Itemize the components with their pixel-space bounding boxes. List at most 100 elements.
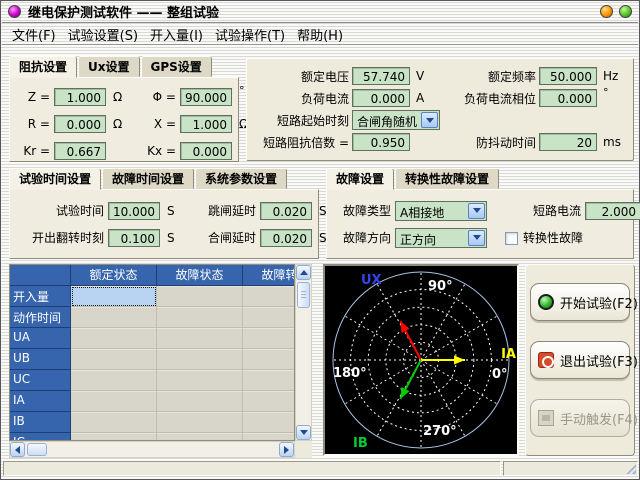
load-current-input[interactable]: 0.000: [352, 89, 410, 107]
status-table-area: 额定状态故障状态故障转换开入量动作时间UAUBUCIAIBIC: [9, 264, 312, 459]
scroll-up-button[interactable]: [296, 265, 311, 280]
short-circuit-current-input[interactable]: 2.000: [585, 202, 640, 220]
scroll-right-button[interactable]: [279, 442, 294, 457]
horizontal-scroll-thumb[interactable]: [27, 443, 47, 456]
table-row-header[interactable]: UA: [10, 328, 71, 349]
table-cell[interactable]: [71, 286, 157, 307]
start-test-button[interactable]: 开始试验(F2): [530, 283, 630, 321]
menu-help[interactable]: 帮助(H): [291, 24, 349, 45]
vertical-scroll-thumb[interactable]: [297, 282, 310, 308]
table-cell[interactable]: [157, 370, 243, 391]
short-circuit-start-select[interactable]: 合闸角随机: [352, 110, 440, 130]
app-icon: [8, 5, 21, 18]
chevron-down-icon[interactable]: [468, 203, 485, 219]
chevron-down-icon[interactable]: [468, 230, 485, 246]
tab-impedance-settings[interactable]: 阻抗设置: [9, 56, 77, 78]
table-cell[interactable]: [243, 433, 295, 441]
action-button-group: 开始试验(F2) 退出试验(F3) 手动触发(F4): [525, 264, 635, 456]
svg-text:0°: 0°: [492, 367, 508, 382]
r-input[interactable]: 0.000: [54, 115, 106, 133]
impedance-multiplier-input[interactable]: 0.950: [352, 133, 410, 151]
table-cell[interactable]: [71, 328, 157, 349]
table-row-header[interactable]: IC: [10, 433, 71, 441]
svg-text:IA: IA: [501, 347, 516, 362]
tab-ux-settings[interactable]: Ux设置: [78, 56, 140, 77]
phi-input[interactable]: 90.000: [180, 88, 232, 106]
tab-convert-fault-settings[interactable]: 转换性故障设置: [395, 168, 499, 189]
table-row-header[interactable]: IA: [10, 391, 71, 412]
impedance-multiplier-label: 短路阻抗倍数 =: [249, 134, 349, 151]
table-cell[interactable]: [243, 286, 295, 307]
resize-grip[interactable]: [624, 462, 636, 474]
table-cell[interactable]: [157, 307, 243, 328]
table-cell[interactable]: [243, 349, 295, 370]
table-cell[interactable]: [157, 286, 243, 307]
rated-voltage-label: 额定电压: [249, 68, 349, 85]
tab-system-param-settings[interactable]: 系统参数设置: [195, 168, 287, 189]
table-cell[interactable]: [157, 433, 243, 441]
table-cell[interactable]: [243, 328, 295, 349]
table-cell[interactable]: [157, 412, 243, 433]
tab-gps-settings[interactable]: GPS设置: [141, 56, 212, 77]
table-cell[interactable]: [243, 370, 295, 391]
table-row-header[interactable]: 开入量: [10, 286, 71, 307]
table-cell[interactable]: [71, 307, 157, 328]
table-cell[interactable]: [157, 391, 243, 412]
window-minimize-button[interactable]: [600, 5, 613, 18]
kr-input[interactable]: 0.667: [54, 142, 106, 160]
rated-voltage-input[interactable]: 57.740: [352, 67, 410, 85]
table-cell[interactable]: [243, 412, 295, 433]
menu-test-operate[interactable]: 试验操作(T): [209, 24, 291, 45]
rated-frequency-input[interactable]: 50.000: [539, 67, 597, 85]
time-tabs: 试验时间设置 故障时间设置 系统参数设置: [9, 168, 319, 189]
table-cell[interactable]: [71, 370, 157, 391]
menu-binary-input[interactable]: 开入量(I): [144, 24, 209, 45]
table-cell[interactable]: [71, 391, 157, 412]
status-bar-main: [3, 461, 501, 476]
test-time-input[interactable]: 10.000: [108, 202, 160, 220]
table-cell[interactable]: [71, 433, 157, 441]
convert-fault-checkbox[interactable]: [505, 232, 518, 245]
x-input[interactable]: 1.000: [180, 115, 232, 133]
table-column-header[interactable]: 额定状态: [71, 265, 157, 286]
status-table: 额定状态故障状态故障转换开入量动作时间UAUBUCIAIBIC: [9, 264, 295, 441]
table-column-header[interactable]: 故障转换: [243, 265, 295, 286]
z-input[interactable]: 1.000: [54, 88, 106, 106]
anti-jitter-input[interactable]: 20: [539, 133, 597, 151]
fault-direction-select[interactable]: 正方向: [395, 228, 487, 248]
table-row-header[interactable]: IB: [10, 412, 71, 433]
status-bar-side: [503, 461, 638, 476]
trip-delay-input[interactable]: 0.020: [260, 202, 312, 220]
menu-file[interactable]: 文件(F): [6, 24, 62, 45]
tab-fault-time-settings[interactable]: 故障时间设置: [102, 168, 194, 189]
manual-trigger-button[interactable]: 手动触发(F4): [530, 399, 630, 437]
table-row-header[interactable]: UB: [10, 349, 71, 370]
table-cell[interactable]: [243, 307, 295, 328]
scroll-down-button[interactable]: [296, 425, 311, 440]
fault-type-select[interactable]: A相接地: [395, 201, 487, 221]
exit-test-button[interactable]: 退出试验(F3): [530, 341, 630, 379]
table-cell[interactable]: [243, 391, 295, 412]
table-row-header[interactable]: UC: [10, 370, 71, 391]
table-cell[interactable]: [71, 349, 157, 370]
source-settings-group: 额定电压 57.740 V 额定频率 50.000 Hz 负荷电流 0.000 …: [246, 58, 634, 161]
horizontal-scrollbar[interactable]: [9, 441, 295, 458]
menu-test-settings[interactable]: 试验设置(S): [62, 24, 144, 45]
scroll-left-button[interactable]: [10, 442, 25, 457]
trip-delay-label: 跳闸延时: [184, 202, 256, 219]
table-column-header[interactable]: 故障状态: [157, 265, 243, 286]
kx-input[interactable]: 0.000: [180, 142, 232, 160]
table-cell[interactable]: [71, 412, 157, 433]
tab-fault-settings[interactable]: 故障设置: [326, 168, 394, 190]
tab-test-time-settings[interactable]: 试验时间设置: [9, 168, 101, 190]
table-row-header[interactable]: 动作时间: [10, 307, 71, 328]
table-cell[interactable]: [157, 328, 243, 349]
window-maximize-button[interactable]: [619, 5, 632, 18]
chevron-down-icon[interactable]: [421, 112, 438, 128]
load-current-phase-input[interactable]: 0.000: [539, 89, 597, 107]
vertical-scrollbar[interactable]: [295, 264, 312, 441]
short-circuit-start-label: 短路起始时刻: [249, 112, 349, 129]
table-cell[interactable]: [157, 349, 243, 370]
close-delay-input[interactable]: 0.020: [260, 229, 312, 247]
output-flip-time-input[interactable]: 0.100: [108, 229, 160, 247]
